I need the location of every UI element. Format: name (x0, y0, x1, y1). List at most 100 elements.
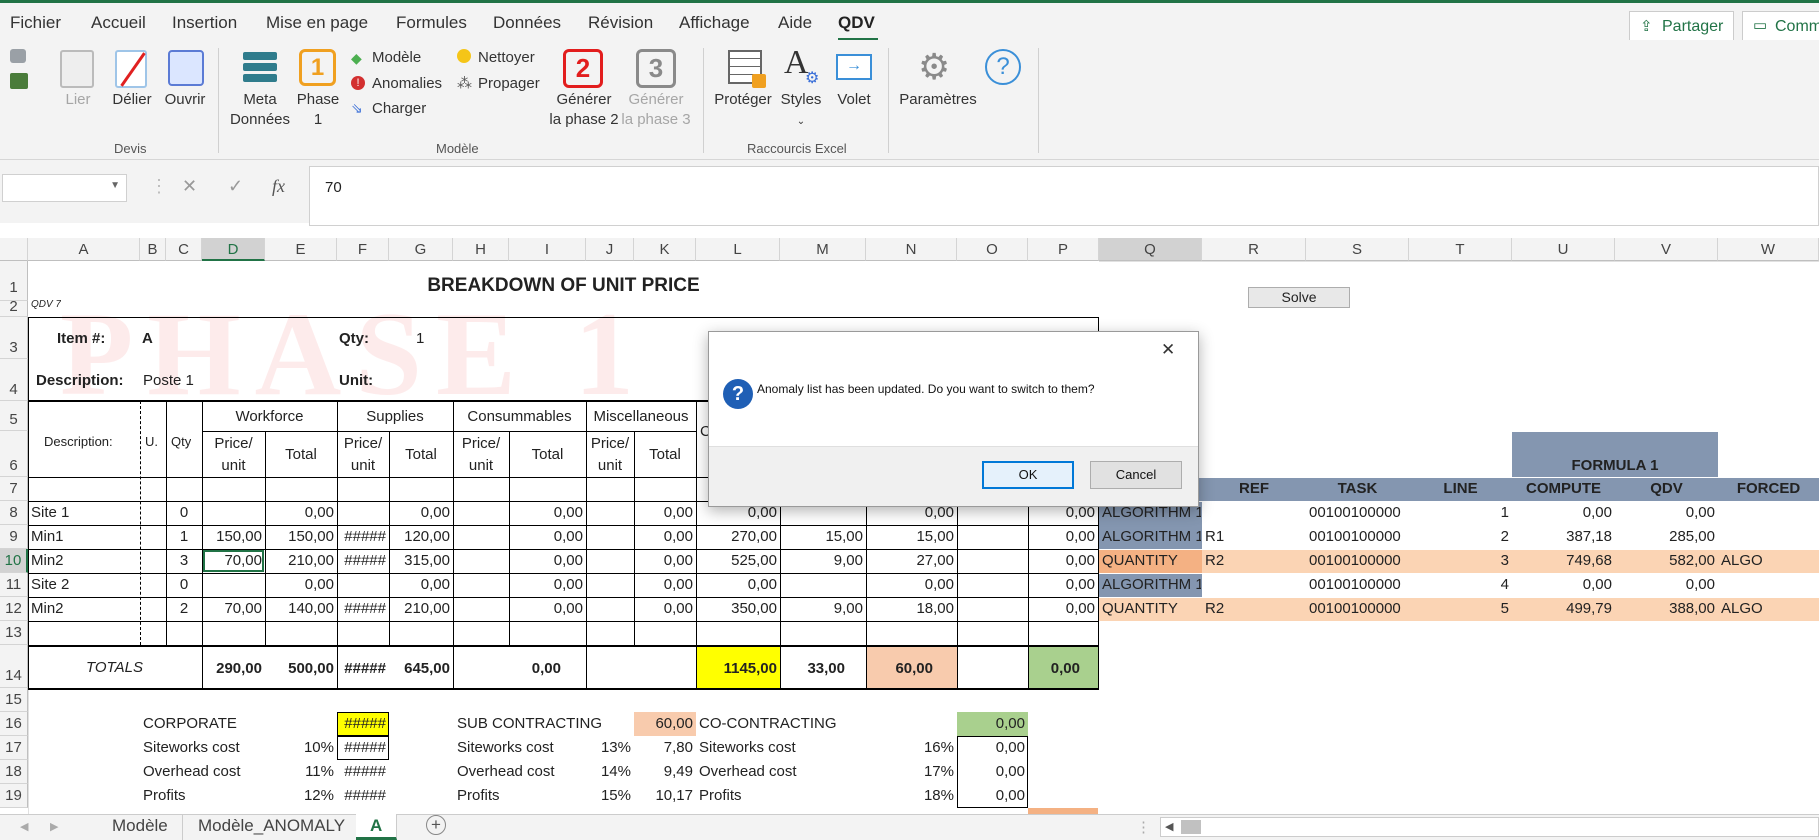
anomalies-button[interactable]: Anomalies (372, 74, 442, 94)
row-qdv[interactable]: 0,00 (1615, 573, 1718, 597)
row-header-12[interactable]: 12 (0, 597, 28, 621)
worker-icon[interactable] (10, 73, 28, 89)
add-sheet-icon[interactable]: + (426, 815, 446, 835)
name-box[interactable]: ▼ (2, 174, 127, 202)
comments-button[interactable]: ▭ Comm (1742, 11, 1819, 41)
corporate-overhead-value[interactable]: ##### (337, 760, 389, 784)
tab-affichage[interactable]: Affichage (679, 13, 750, 33)
lier-button[interactable]: Lier (60, 90, 96, 110)
line-supplies-total[interactable]: 0,00 (389, 501, 453, 525)
line-misc-total[interactable]: 0,00 (634, 597, 696, 621)
line-supplies-total[interactable]: 210,00 (389, 597, 453, 621)
row-ref[interactable]: R2 (1205, 549, 1224, 573)
row-header-17[interactable]: 17 (0, 736, 28, 760)
row-header-10[interactable]: 10 (0, 549, 28, 573)
row-type[interactable]: QUANTITY (1102, 597, 1201, 621)
row-header-15[interactable]: 15 (0, 688, 28, 712)
col-header-a[interactable]: A (28, 238, 140, 261)
line-name[interactable]: Min1 (31, 525, 64, 549)
col-header-p[interactable]: P (1028, 238, 1099, 261)
volet-button[interactable]: Volet (830, 90, 878, 110)
row-line[interactable]: 3 (1409, 549, 1512, 573)
line-col-p[interactable]: 0,00 (1028, 597, 1098, 621)
formula-input[interactable]: 70 (309, 166, 1819, 226)
row-header-2[interactable]: 2 (0, 299, 28, 317)
cocontracting-siteworks-pct[interactable]: 16% (866, 736, 957, 760)
row-type[interactable]: QUANTITY (1102, 549, 1201, 573)
row-qdv[interactable]: 285,00 (1615, 525, 1718, 549)
line-supplies-total[interactable]: 120,00 (389, 525, 453, 549)
col-header-v[interactable]: V (1615, 238, 1718, 261)
col-header-d[interactable]: D (202, 238, 265, 261)
help-icon[interactable]: ? (985, 49, 1021, 85)
row-ref[interactable]: R2 (1205, 597, 1224, 621)
col-header-t[interactable]: T (1409, 238, 1512, 261)
line-col-p[interactable]: 0,00 (1028, 549, 1098, 573)
line-col-n[interactable]: 18,00 (866, 597, 957, 621)
col-header-n[interactable]: N (866, 238, 957, 261)
cancel-button[interactable]: Cancel (1090, 461, 1182, 489)
col-header-m[interactable]: M (780, 238, 866, 261)
qty-value[interactable]: 1 (416, 327, 424, 351)
col-header-e[interactable]: E (265, 238, 337, 261)
subcontracting-siteworks-pct[interactable]: 13% (586, 736, 634, 760)
line-col-l[interactable]: 0,00 (696, 573, 780, 597)
row-type[interactable]: ALGORITHM 1 (1102, 573, 1201, 597)
row-task[interactable]: 00100100000 (1309, 597, 1401, 621)
col-header-w[interactable]: W (1718, 238, 1819, 261)
line-workforce-total[interactable]: 150,00 (265, 525, 337, 549)
cube-icon[interactable] (10, 49, 26, 63)
solve-button[interactable]: Solve (1248, 287, 1350, 308)
cocontracting-overhead-pct[interactable]: 17% (866, 760, 957, 784)
line-col-m[interactable]: 9,00 (780, 597, 866, 621)
generate-phase-3-button[interactable]: Générer la phase 3 (620, 90, 692, 130)
row-header-11[interactable]: 11 (0, 573, 28, 597)
line-consummables-total[interactable]: 0,00 (509, 501, 586, 525)
corporate-siteworks-value[interactable]: ##### (337, 736, 389, 760)
line-supplies-price[interactable]: ##### (337, 525, 389, 549)
line-col-m[interactable]: 9,00 (780, 549, 866, 573)
line-col-n[interactable]: 15,00 (866, 525, 957, 549)
row-compute[interactable]: 0,00 (1512, 573, 1615, 597)
line-supplies-total[interactable]: 0,00 (389, 573, 453, 597)
tab-accueil[interactable]: Accueil (91, 13, 146, 33)
row-header-4[interactable]: 4 (0, 359, 28, 401)
row-forced[interactable]: ALGO (1721, 597, 1763, 621)
line-col-l[interactable]: 525,00 (696, 549, 780, 573)
row-header-18[interactable]: 18 (0, 760, 28, 784)
col-header-l[interactable]: L (696, 238, 780, 261)
subcontracting-profits-pct[interactable]: 15% (586, 784, 634, 808)
sheet-tab-a[interactable]: A (356, 814, 398, 840)
charger-button[interactable]: Charger (372, 99, 426, 119)
line-col-n[interactable]: 0,00 (866, 573, 957, 597)
row-header-3[interactable]: 3 (0, 317, 28, 359)
line-workforce-total[interactable]: 140,00 (265, 597, 337, 621)
tab-insertion[interactable]: Insertion (172, 13, 237, 33)
col-header-r[interactable]: R (1202, 238, 1306, 261)
subcontracting-overhead-pct[interactable]: 14% (586, 760, 634, 784)
tab-qdv[interactable]: QDV (838, 13, 875, 33)
col-header-s[interactable]: S (1306, 238, 1409, 261)
col-header-i[interactable]: I (509, 238, 586, 261)
share-button[interactable]: ⇪ Partager (1629, 11, 1734, 41)
row-line[interactable]: 5 (1409, 597, 1512, 621)
row-header-6[interactable]: 6 (0, 431, 28, 477)
line-misc-total[interactable]: 0,00 (634, 549, 696, 573)
col-header-b[interactable]: B (140, 238, 166, 261)
col-header-f[interactable]: F (337, 238, 389, 261)
cancel-formula-icon[interactable]: ✕ (182, 176, 197, 197)
line-workforce-total[interactable]: 0,00 (265, 573, 337, 597)
row-header-9[interactable]: 9 (0, 525, 28, 549)
sheet-tab-modele-anomaly[interactable]: Modèle_ANOMALY (184, 814, 361, 840)
corporate-siteworks-pct[interactable]: 10% (265, 736, 337, 760)
col-header-h[interactable]: H (453, 238, 509, 261)
row-line[interactable]: 1 (1409, 501, 1512, 525)
line-col-l[interactable]: 270,00 (696, 525, 780, 549)
line-workforce-price[interactable]: 70,00 (202, 549, 265, 573)
row-line[interactable]: 2 (1409, 525, 1512, 549)
col-header-j[interactable]: J (586, 238, 634, 261)
row-ref[interactable]: R1 (1205, 525, 1224, 549)
meta-donnees-button[interactable]: Meta Données (228, 90, 292, 130)
row-header-8[interactable]: 8 (0, 501, 28, 525)
row-type[interactable]: ALGORITHM 1 (1102, 525, 1201, 549)
